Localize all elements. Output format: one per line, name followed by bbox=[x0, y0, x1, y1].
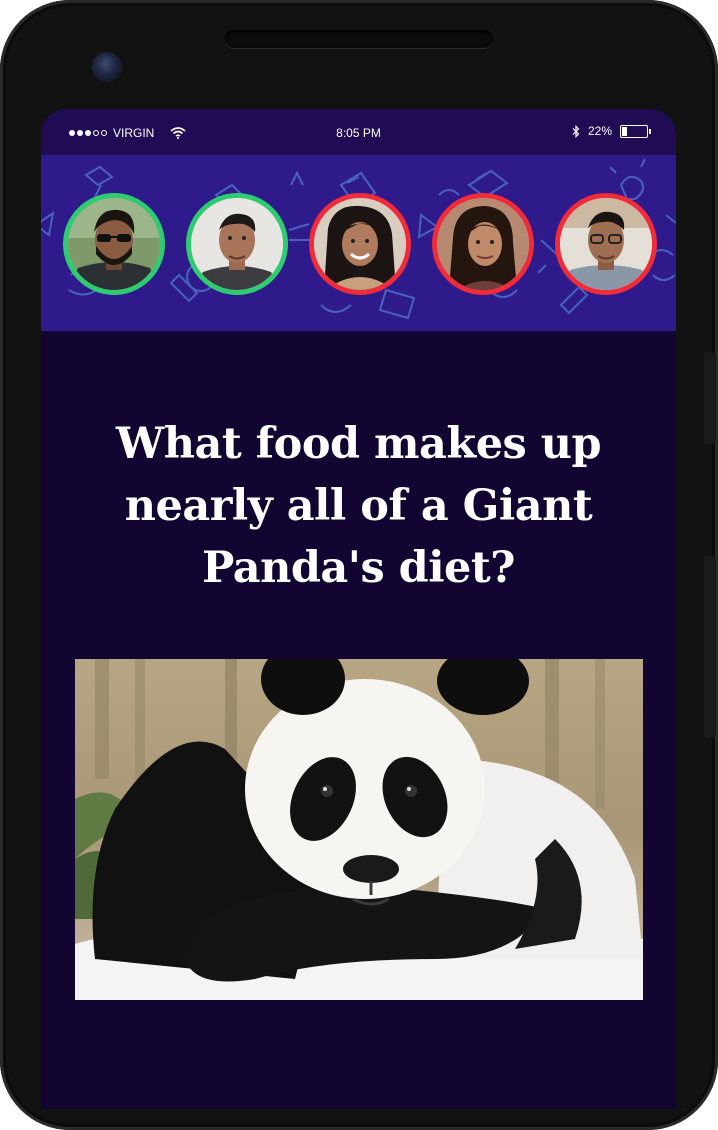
avatar-photo-2 bbox=[191, 198, 283, 290]
earpiece-speaker bbox=[225, 30, 493, 48]
front-camera-icon bbox=[92, 52, 122, 82]
battery-icon bbox=[620, 124, 651, 138]
players-bar bbox=[41, 155, 676, 331]
avatar-photo-3 bbox=[314, 198, 406, 290]
player-avatar-1[interactable] bbox=[63, 193, 165, 295]
power-button bbox=[704, 556, 716, 738]
player-avatar-5[interactable] bbox=[555, 193, 657, 295]
phone-frame: VIRGIN 8:05 PM 22% What food makes up ne… bbox=[0, 0, 718, 1130]
question-line-1: What food makes up bbox=[115, 419, 602, 469]
avatar-photo-4 bbox=[437, 198, 529, 290]
avatar-photo-5 bbox=[560, 198, 652, 290]
app-screen: VIRGIN 8:05 PM 22% What food makes up ne… bbox=[41, 109, 676, 1109]
player-avatar-3[interactable] bbox=[309, 193, 411, 295]
question-image bbox=[75, 659, 643, 1000]
avatar-photo-1 bbox=[68, 198, 160, 290]
question-line-3: Panda's diet? bbox=[202, 543, 515, 593]
giant-panda-image bbox=[75, 659, 643, 1000]
question-text: What food makes up nearly all of a Giant… bbox=[71, 413, 646, 599]
bluetooth-icon bbox=[572, 124, 580, 138]
question-area: What food makes up nearly all of a Giant… bbox=[41, 331, 676, 1109]
player-avatar-2[interactable] bbox=[186, 193, 288, 295]
battery-percent: 22% bbox=[587, 124, 612, 138]
question-line-2: nearly all of a Giant bbox=[124, 481, 593, 531]
volume-button bbox=[704, 352, 716, 444]
player-avatar-4[interactable] bbox=[432, 193, 534, 295]
battery-group: 22% bbox=[572, 124, 651, 138]
status-bar: VIRGIN 8:05 PM 22% bbox=[41, 109, 676, 155]
